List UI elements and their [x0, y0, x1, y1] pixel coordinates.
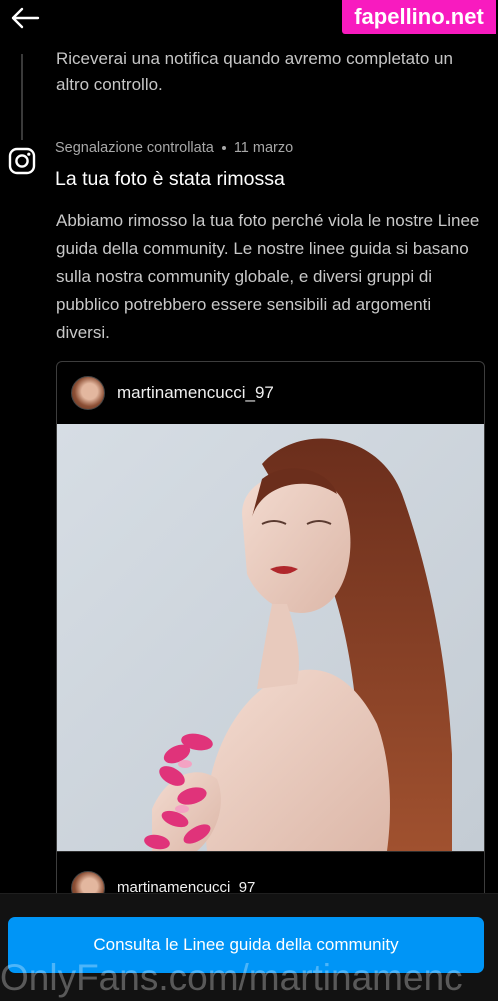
arrow-left-icon [11, 7, 40, 29]
post-photo [57, 424, 484, 851]
previous-notice-text: Riceverai una notifica quando avremo com… [56, 49, 453, 94]
post-header: martinamencucci_97 [57, 362, 484, 424]
separator-dot [221, 146, 226, 150]
event-status: Segnalazione controllata [55, 140, 214, 156]
instagram-icon [8, 147, 36, 175]
community-guidelines-button[interactable]: Consulta le Linee guida della community [8, 917, 484, 973]
removed-post-card[interactable]: martinamencucci_97 martinamencucci_97 [56, 361, 485, 923]
timeline-line [21, 54, 23, 140]
back-button[interactable] [8, 6, 42, 30]
avatar [71, 376, 105, 410]
event-body: Abbiamo rimosso la tua foto perché viola… [56, 211, 480, 342]
watermark-badge: fapellino.net [342, 0, 496, 34]
event-date: 11 marzo [233, 140, 294, 156]
event-meta: Segnalazione controllata 11 marzo [55, 140, 293, 156]
event-title: La tua foto è stata rimossa [55, 168, 285, 190]
post-username: martinamencucci_97 [117, 383, 274, 402]
